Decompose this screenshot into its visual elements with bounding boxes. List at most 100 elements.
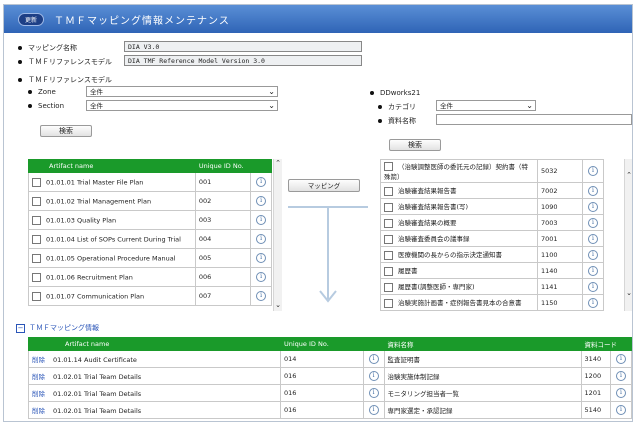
delete-link[interactable]: 削除 [32,373,45,381]
category-select[interactable]: 全件 ⌄ [436,100,536,111]
table-row[interactable]: 治験審査結果報告書 7002 i [380,182,604,199]
artifact-cell: 01.01.07 Communication Plan [28,286,196,306]
table-row[interactable]: 治験実施計画書・症例報告書見本の合意書 1150 i [380,294,604,311]
left-search-button[interactable]: 検索 [40,125,92,137]
checkbox-icon[interactable] [384,218,393,228]
info-icon[interactable]: i [256,196,267,206]
info-icon[interactable]: i [588,297,598,308]
table-row: 削除 01.02.01 Trial Team Details 016 i 治験実施体制記… [28,367,632,385]
checkbox-icon[interactable] [32,196,41,206]
reference-model-field: DIA TMF Reference Model Version 3.0 [124,55,362,66]
table-row[interactable]: 治験審査結果の概要 7003 i [380,214,604,231]
info-icon[interactable]: i [256,253,267,263]
document-name: 治験実施計画書・症例報告書見本の合意書 [398,299,522,308]
mapping-id-cell: 016 [280,384,364,402]
info-cell: i [362,350,385,368]
checkbox-icon[interactable] [32,234,41,244]
tmf-mapping-section-header[interactable]: − ＴＭＦマッピング情報 [16,323,99,333]
info-icon[interactable]: i [368,371,379,381]
checkbox-icon[interactable] [384,250,393,260]
info-cell: i [582,198,604,215]
checkbox-icon[interactable] [384,234,393,244]
zone-select[interactable]: 全件 ⌄ [86,86,278,97]
document-cell: 医療機関の長からの指示決定通知書 [380,246,538,263]
info-icon[interactable]: i [588,249,598,260]
info-icon[interactable]: i [588,233,598,244]
right-search-button[interactable]: 検索 [389,139,441,151]
info-icon[interactable]: i [256,215,267,225]
mapping-docname-cell: 専門家選定・承認記録 [383,401,582,419]
table-row[interactable]: 01.01.05 Operational Procedure Manual 005… [28,248,272,268]
table-row[interactable]: 治験審査委員会の議事録 7001 i [380,230,604,247]
info-icon[interactable]: i [588,265,598,276]
info-icon[interactable]: i [616,354,626,364]
checkbox-icon[interactable] [32,272,41,282]
checkbox-icon[interactable] [32,177,41,187]
info-icon[interactable]: i [368,405,379,415]
table-row[interactable]: 医療機関の長からの指示決定通知書 1100 i [380,246,604,263]
table-row[interactable]: 01.01.01 Trial Master File Plan 001 i [28,172,272,192]
checkbox-icon[interactable] [384,298,393,308]
delete-link[interactable]: 削除 [32,407,45,415]
info-icon[interactable]: i [256,291,267,301]
table-row[interactable]: 01.01.06 Recruitment Plan 006 i [28,267,272,287]
scroll-down-icon[interactable]: ⌄ [625,289,632,297]
mapping-code-cell: 1201 [580,384,612,402]
left-artifact-table: Artifact name Unique ID No. 01.01.01 Tri… [28,159,273,306]
checkbox-icon[interactable] [384,162,393,172]
right-scrollbar[interactable]: ⌃ ⌄ [624,159,632,311]
checkbox-icon[interactable] [32,215,41,225]
scroll-down-icon[interactable]: ⌄ [274,301,282,309]
info-icon[interactable]: i [588,217,598,228]
delete-link[interactable]: 削除 [32,356,45,364]
info-icon[interactable]: i [616,405,626,415]
table-row[interactable]: 履歴書(調整医師・専門家) 1141 i [380,278,604,295]
checkbox-icon[interactable] [32,291,41,301]
info-icon[interactable]: i [256,234,267,244]
info-icon[interactable]: i [588,185,598,196]
left-scrollbar[interactable]: ⌃ ⌄ [273,159,282,311]
document-cell: 履歴書(調整医師・専門家) [380,278,538,295]
zone-label: Zone [38,88,56,96]
table-row[interactable]: 01.01.02 Trial Management Plan 002 i [28,191,272,211]
mapping-docname-cell: モニタリング担当者一覧 [383,384,582,402]
mapping-button[interactable]: マッピング [288,179,360,192]
checkbox-icon[interactable] [384,186,393,196]
mapping-code-cell: 3140 [580,350,612,368]
unique-id-cell: 005 [194,248,252,268]
delete-link[interactable]: 削除 [32,390,45,398]
table-row[interactable]: （治験調整医師の委託元の記録）契約書（特殊箭） 5032 i [380,159,604,183]
section-row: Section [28,102,64,110]
table-row[interactable]: 01.01.03 Quality Plan 003 i [28,210,272,230]
checkbox-icon[interactable] [384,266,393,276]
table-row[interactable]: 01.01.04 List of SOPs Current During Tri… [28,229,272,249]
docname-input[interactable] [436,114,632,125]
checkbox-icon[interactable] [384,282,393,292]
checkbox-icon[interactable] [32,253,41,263]
collapse-icon[interactable]: − [16,324,25,333]
mapping-artifact-header: Artifact name [28,337,281,351]
table-row[interactable]: 治験審査結果報告書(写) 1090 i [380,198,604,215]
mapping-id-cell: 016 [280,367,364,385]
info-icon[interactable]: i [588,166,598,176]
checkbox-icon[interactable] [384,202,393,212]
section-select[interactable]: 全件 ⌄ [86,100,278,111]
info-icon[interactable]: i [588,201,598,212]
info-icon[interactable]: i [616,388,626,398]
info-icon[interactable]: i [588,281,598,292]
table-row[interactable]: 履歴書 1140 i [380,262,604,279]
tmf-mapping-table: Artifact name Unique ID No. 資料名称 資料コード 削… [28,337,632,419]
table-row: 削除 01.02.01 Trial Team Details 016 i 専門家選定・承… [28,401,632,419]
table-row[interactable]: 01.01.07 Communication Plan 007 i [28,286,272,306]
scroll-up-icon[interactable]: ⌃ [625,171,632,179]
artifact-name: 01.01.02 Trial Management Plan [46,197,152,205]
document-cell: 履歴書 [380,262,538,279]
document-name: 治験審査結果報告書 [398,187,457,196]
info-icon[interactable]: i [616,371,626,381]
info-icon[interactable]: i [256,272,267,282]
info-icon[interactable]: i [368,354,379,364]
bullet-icon [28,104,32,108]
info-icon[interactable]: i [256,177,267,187]
info-icon[interactable]: i [368,388,379,398]
scroll-up-icon[interactable]: ⌃ [274,159,282,167]
